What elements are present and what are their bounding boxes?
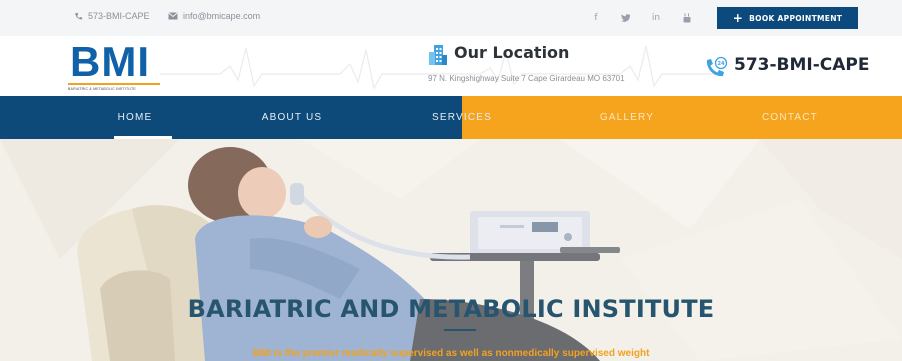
plus-icon: + (732, 11, 744, 25)
header-phone-number[interactable]: 573-BMI-CAPE (734, 55, 870, 75)
location-title: Our Location (454, 43, 570, 62)
24h-phone-icon: 24 (706, 56, 728, 77)
nav-orange-segment (462, 96, 902, 139)
hero-image (0, 139, 902, 361)
twitter-icon[interactable] (615, 8, 637, 28)
nav-item-services[interactable]: SERVICES (420, 96, 504, 139)
logo-underline (68, 83, 160, 85)
envelope-icon (168, 12, 178, 20)
nav-item-contact[interactable]: CONTACT (750, 96, 830, 139)
hero-divider (444, 329, 476, 331)
main-nav: HOME ABOUT US SERVICES GALLERY CONTACT (0, 96, 902, 139)
nav-blue-segment (0, 96, 462, 139)
nav-item-about-us[interactable]: ABOUT US (252, 96, 332, 139)
hero-banner: BARIATRIC AND METABOLIC INSTITUTE BMI is… (0, 139, 902, 361)
svg-text:24: 24 (718, 61, 725, 67)
book-appointment-button[interactable]: + BOOK APPOINTMENT (717, 7, 858, 29)
topbar-phone[interactable]: 573-BMI-CAPE (74, 11, 150, 21)
topbar-phone-text: 573-BMI-CAPE (88, 11, 150, 21)
building-icon (429, 45, 447, 65)
book-appointment-label: BOOK APPOINTMENT (749, 13, 843, 23)
facebook-icon[interactable]: f (585, 8, 607, 28)
nav-item-home[interactable]: HOME (95, 96, 175, 139)
top-bar: 573-BMI-CAPE info@bmicape.com f in + BOO… (0, 0, 902, 36)
bmi-logo[interactable]: BMI BARIATRIC & METABOLIC INSTITUTE (68, 38, 162, 92)
topbar-email-text: info@bmicape.com (183, 11, 261, 21)
phone-icon (74, 12, 83, 21)
linkedin-icon[interactable]: in (645, 8, 667, 28)
logo-subtitle: BARIATRIC & METABOLIC INSTITUTE (68, 87, 136, 91)
nav-item-gallery[interactable]: GALLERY (587, 96, 667, 139)
location-address: 97 N. Kingshighway Suite 7 Cape Girardea… (428, 74, 625, 83)
hero-subtitle: BMI is the premier medically supervised … (252, 348, 650, 359)
topbar-email[interactable]: info@bmicape.com (168, 11, 260, 21)
site-header: BMI BARIATRIC & METABOLIC INSTITUTE Our … (0, 36, 902, 96)
hero-title: BARIATRIC AND METABOLIC INSTITUTE (187, 295, 715, 323)
youtube-icon[interactable] (676, 8, 698, 28)
logo-wordmark: BMI (70, 38, 150, 85)
